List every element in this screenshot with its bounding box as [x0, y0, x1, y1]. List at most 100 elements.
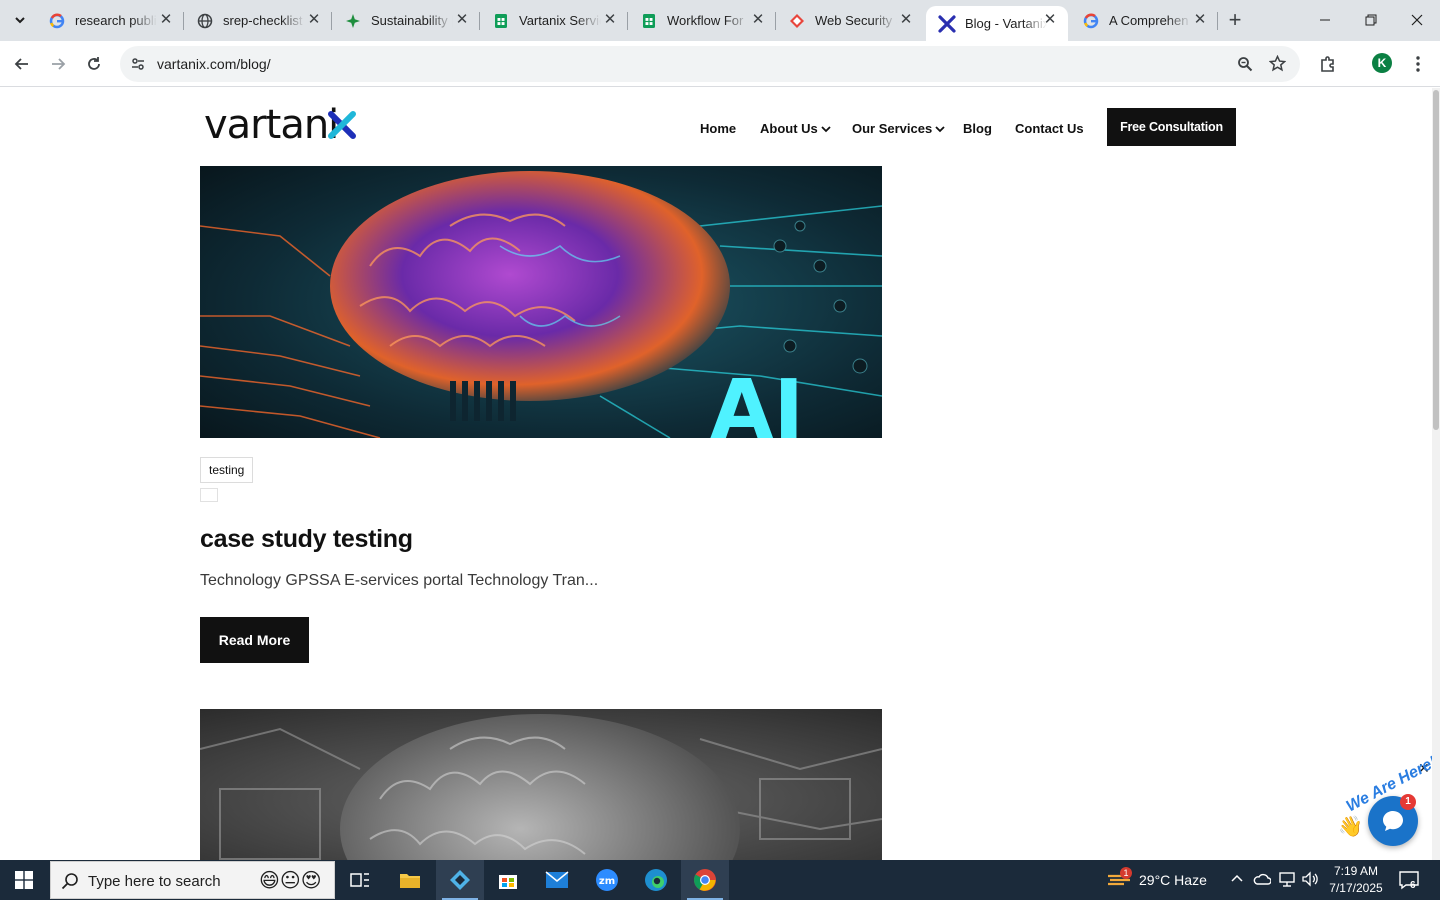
tab-title: Sustainability | [371, 13, 453, 28]
taskbar-search-box[interactable]: Type here to search 😄😐😍 [50, 861, 335, 899]
close-icon[interactable]: ✕ [898, 12, 914, 28]
tab-srep-checklist[interactable]: srep-checklist ✕ [184, 0, 332, 41]
close-icon[interactable]: ✕ [158, 12, 174, 28]
nav-home[interactable]: Home [700, 121, 736, 136]
nav-about-us[interactable]: About Us [760, 121, 831, 136]
browser-toolbar: vartanix.com/blog/ K [0, 41, 1440, 87]
bookmark-star-icon[interactable] [1268, 54, 1287, 77]
task-view-button[interactable] [336, 860, 384, 900]
mail-icon [545, 871, 569, 888]
tab-sustainability[interactable]: Sustainability | ✕ [332, 0, 480, 41]
close-icon [1411, 14, 1423, 26]
browser-tab-strip: research publi ✕ srep-checklist ✕ Sustai… [0, 0, 1440, 41]
site-logo[interactable]: vartanix vartani [204, 102, 339, 148]
network-icon[interactable] [1278, 871, 1296, 892]
post-meta-placeholder [200, 488, 218, 502]
tab-blog-vartanix[interactable]: Blog - Vartanix ✕ [926, 6, 1068, 41]
tab-a-comprehensive[interactable]: A Comprehen ✕ [1070, 0, 1218, 41]
chevron-down-icon [935, 125, 945, 132]
windows-logo-icon [15, 871, 33, 889]
file-explorer-button[interactable] [386, 860, 434, 900]
store-icon [499, 875, 517, 889]
onedrive-icon[interactable] [1253, 872, 1272, 891]
app-diamond-icon [450, 870, 470, 890]
restore-button[interactable] [1348, 0, 1394, 40]
nav-our-services[interactable]: Our Services [852, 121, 945, 136]
sheets-icon [640, 12, 658, 30]
address-bar[interactable]: vartanix.com/blog/ [120, 46, 1300, 82]
tab-vartanix-services[interactable]: Vartanix Servic ✕ [480, 0, 628, 41]
page-scrollbar[interactable] [1432, 88, 1440, 860]
close-icon[interactable]: ✕ [1192, 12, 1208, 28]
svg-text:zm: zm [599, 876, 615, 887]
weather-text[interactable]: 29°C Haze [1139, 872, 1207, 888]
zoom-app-button[interactable]: zm [583, 860, 631, 900]
reload-button[interactable] [79, 49, 109, 79]
close-icon[interactable]: ✕ [454, 12, 470, 28]
task-view-icon [350, 873, 369, 887]
mail-button[interactable] [533, 860, 581, 900]
nav-blog[interactable]: Blog [963, 121, 992, 136]
tab-web-security[interactable]: Web Security S ✕ [776, 0, 924, 41]
close-icon[interactable]: ✕ [306, 12, 322, 28]
reload-icon [88, 57, 100, 70]
start-button[interactable] [0, 860, 48, 900]
post-tag[interactable]: testing [200, 457, 254, 483]
tab-workflow[interactable]: Workflow For ✕ [628, 0, 776, 41]
site-info-icon[interactable] [130, 56, 146, 77]
chrome-menu-button[interactable] [1403, 49, 1433, 79]
chrome-icon [694, 869, 716, 891]
kebab-menu-icon [1416, 56, 1420, 72]
weather-badge: 1 [1120, 867, 1132, 879]
post-featured-image[interactable]: AI [200, 166, 882, 438]
zoom-icon[interactable] [1237, 56, 1253, 77]
folder-icon [400, 874, 420, 888]
close-icon[interactable]: ✕ [602, 12, 618, 28]
app-diamond-button[interactable] [436, 860, 484, 900]
chevron-down-icon [15, 17, 25, 24]
chat-unread-badge: 1 [1400, 794, 1416, 810]
minimize-button[interactable] [1302, 0, 1348, 40]
close-window-button[interactable] [1394, 0, 1440, 40]
search-placeholder: Type here to search [88, 873, 221, 890]
scrollbar-thumb[interactable] [1433, 90, 1439, 430]
chevron-down-icon [821, 125, 831, 132]
taskbar-clock[interactable]: 7:19 AM 7/17/2025 [1326, 863, 1386, 897]
tab-title: research publi [75, 13, 157, 28]
new-tab-button[interactable]: + [1222, 8, 1248, 34]
tab-title: Web Security S [815, 13, 897, 28]
forward-button[interactable] [43, 49, 73, 79]
chrome-button[interactable] [681, 860, 729, 900]
microsoft-store-button[interactable] [484, 860, 532, 900]
vartanix-x-icon [938, 14, 956, 33]
back-button[interactable] [7, 49, 37, 79]
close-icon[interactable]: ✕ [1042, 12, 1058, 28]
read-more-button[interactable]: Read More [200, 617, 309, 663]
puzzle-icon [1321, 56, 1334, 72]
post-featured-image[interactable] [200, 709, 882, 860]
arrow-left-icon [14, 58, 28, 70]
free-consultation-button[interactable]: Free Consultation [1107, 108, 1236, 146]
clock-date: 7/17/2025 [1329, 881, 1383, 895]
tab-search-button[interactable] [6, 6, 34, 34]
extensions-button[interactable] [1313, 49, 1343, 79]
url-text: vartanix.com/blog/ [157, 56, 271, 72]
globe-icon [196, 12, 214, 30]
volume-icon[interactable] [1301, 871, 1319, 892]
nav-contact-us[interactable]: Contact Us [1015, 121, 1084, 136]
chevron-up-icon[interactable] [1230, 872, 1244, 891]
tab-title: A Comprehen [1109, 13, 1189, 28]
chat-bubble-icon [1383, 811, 1403, 831]
close-icon[interactable]: ✕ [750, 12, 766, 28]
tab-title: Blog - Vartanix [965, 16, 1047, 31]
logo-x-icon [328, 111, 356, 139]
tab-title: Vartanix Servic [519, 13, 601, 28]
tab-research[interactable]: research publi ✕ [36, 0, 184, 41]
sheets-icon [492, 12, 510, 30]
edge-button[interactable] [632, 860, 680, 900]
google-g-icon [1082, 12, 1100, 30]
ai-image-text: AI [710, 363, 804, 438]
post-title[interactable]: case study testing [200, 525, 413, 554]
profile-avatar[interactable]: K [1372, 53, 1392, 73]
notification-center-icon[interactable] [1398, 870, 1420, 895]
